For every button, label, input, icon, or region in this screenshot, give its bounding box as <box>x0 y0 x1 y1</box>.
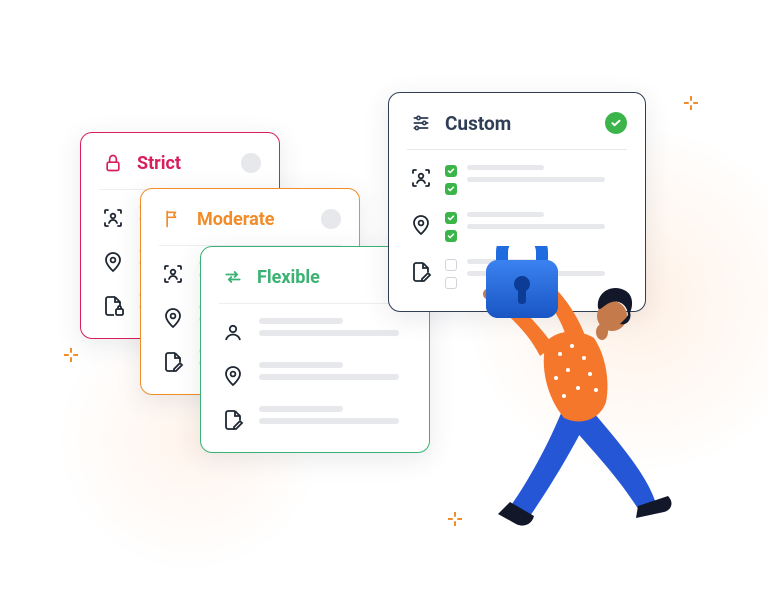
sparkle-icon <box>684 96 698 110</box>
sparkle-icon <box>64 348 78 362</box>
option-row <box>219 318 411 346</box>
sparkle-icon <box>448 512 462 526</box>
document-lock-icon <box>99 292 127 320</box>
swap-icon <box>219 263 247 291</box>
option-row <box>219 362 411 390</box>
lock-icon <box>99 149 127 177</box>
location-pin-icon <box>159 304 187 332</box>
checkbox-off[interactable] <box>445 277 457 289</box>
card-title: Strict <box>137 153 231 174</box>
sliders-icon <box>407 109 435 137</box>
user-icon <box>219 318 247 346</box>
checkbox-on[interactable] <box>445 165 457 177</box>
option-row <box>407 164 627 195</box>
document-edit-icon <box>407 258 435 286</box>
radio-selected[interactable] <box>605 112 627 134</box>
checkbox-off[interactable] <box>445 259 457 271</box>
checkbox-on[interactable] <box>445 230 457 242</box>
radio-unselected[interactable] <box>241 153 261 173</box>
option-row <box>407 211 627 242</box>
card-title: Custom <box>445 112 595 135</box>
card-title: Moderate <box>197 209 311 230</box>
face-scan-icon <box>159 260 187 288</box>
illustration-person-lock <box>468 246 698 536</box>
card-title: Flexible <box>257 267 381 288</box>
checkbox-on[interactable] <box>445 183 457 195</box>
document-edit-icon <box>159 348 187 376</box>
location-pin-icon <box>219 362 247 390</box>
radio-unselected[interactable] <box>321 209 341 229</box>
face-scan-icon <box>99 204 127 232</box>
option-row <box>219 406 411 434</box>
location-pin-icon <box>407 211 435 239</box>
location-pin-icon <box>99 248 127 276</box>
document-edit-icon <box>219 406 247 434</box>
face-scan-icon <box>407 164 435 192</box>
checkbox-on[interactable] <box>445 212 457 224</box>
flag-icon <box>159 205 187 233</box>
